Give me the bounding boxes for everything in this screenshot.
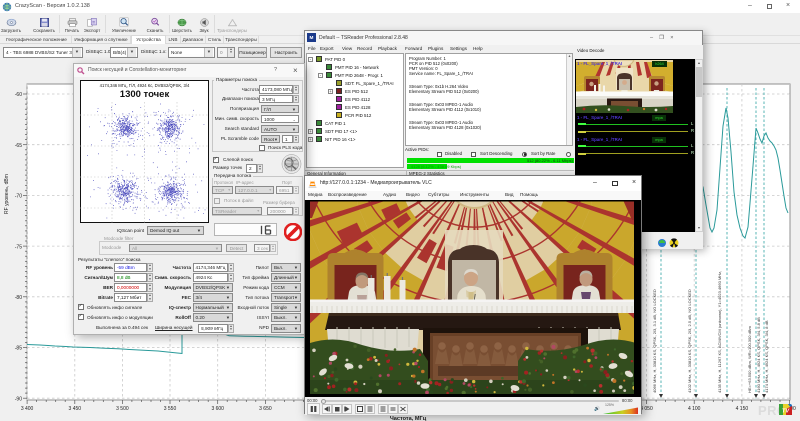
- svg-text:-75: -75: [15, 244, 22, 250]
- svg-text:3 400: 3 400: [21, 406, 34, 412]
- svg-text:4 100: 4 100: [688, 406, 701, 412]
- svg-text:3 550: 3 550: [164, 406, 177, 412]
- svg-text:4066 MHz, H, 33810 KS, QPSK, 2: 4066 MHz, H, 33810 KS, QPSK, 2/3, 3.1 dB…: [652, 289, 657, 393]
- svg-text:4160 MHz, H, 4924 KS, QPSK, 3/: 4160 MHz, H, 4924 KS, QPSK, 3/4, 5.8 dB: [756, 317, 761, 393]
- svg-text:4135 MHz, H, 11267 KS, ACM/VCM: 4135 MHz, H, 11267 KS, ACM/VCM (unknown)…: [717, 271, 722, 393]
- svg-text:3 450: 3 450: [69, 406, 82, 412]
- svg-text:TV: TV: [782, 409, 790, 415]
- svg-text:3 650: 3 650: [259, 406, 272, 412]
- svg-text:-60: -60: [15, 92, 22, 98]
- svg-text:3 600: 3 600: [211, 406, 224, 412]
- svg-text:RF уровень, dBm: RF уровень, dBm: [4, 174, 10, 214]
- svg-text:-85: -85: [15, 346, 22, 352]
- svg-text:4 150: 4 150: [736, 406, 749, 412]
- svg-text:3 500: 3 500: [116, 406, 129, 412]
- svg-text:-90: -90: [15, 396, 22, 402]
- svg-text:-65: -65: [15, 143, 22, 149]
- svg-text:4 050: 4 050: [640, 406, 653, 412]
- svg-text:Частота, МГц: Частота, МГц: [390, 416, 427, 421]
- svg-text:-70: -70: [15, 194, 22, 200]
- svg-text:4174 MHz, H, 4924 KS, QPSK, 3/: 4174 MHz, H, 4924 KS, QPSK, 3/4, 8 dB: [764, 320, 769, 393]
- svg-text:4102 MHz, H, 33810 KS, QPSK, 2: 4102 MHz, H, 33810 KS, QPSK, 2/3, 2.5 dB…: [687, 289, 692, 393]
- svg-text:-80: -80: [15, 295, 22, 301]
- svg-text:HE=+63.500 dBm, WR=100.300 dBm: HE=+63.500 dBm, WR=100.300 dBm: [747, 326, 752, 393]
